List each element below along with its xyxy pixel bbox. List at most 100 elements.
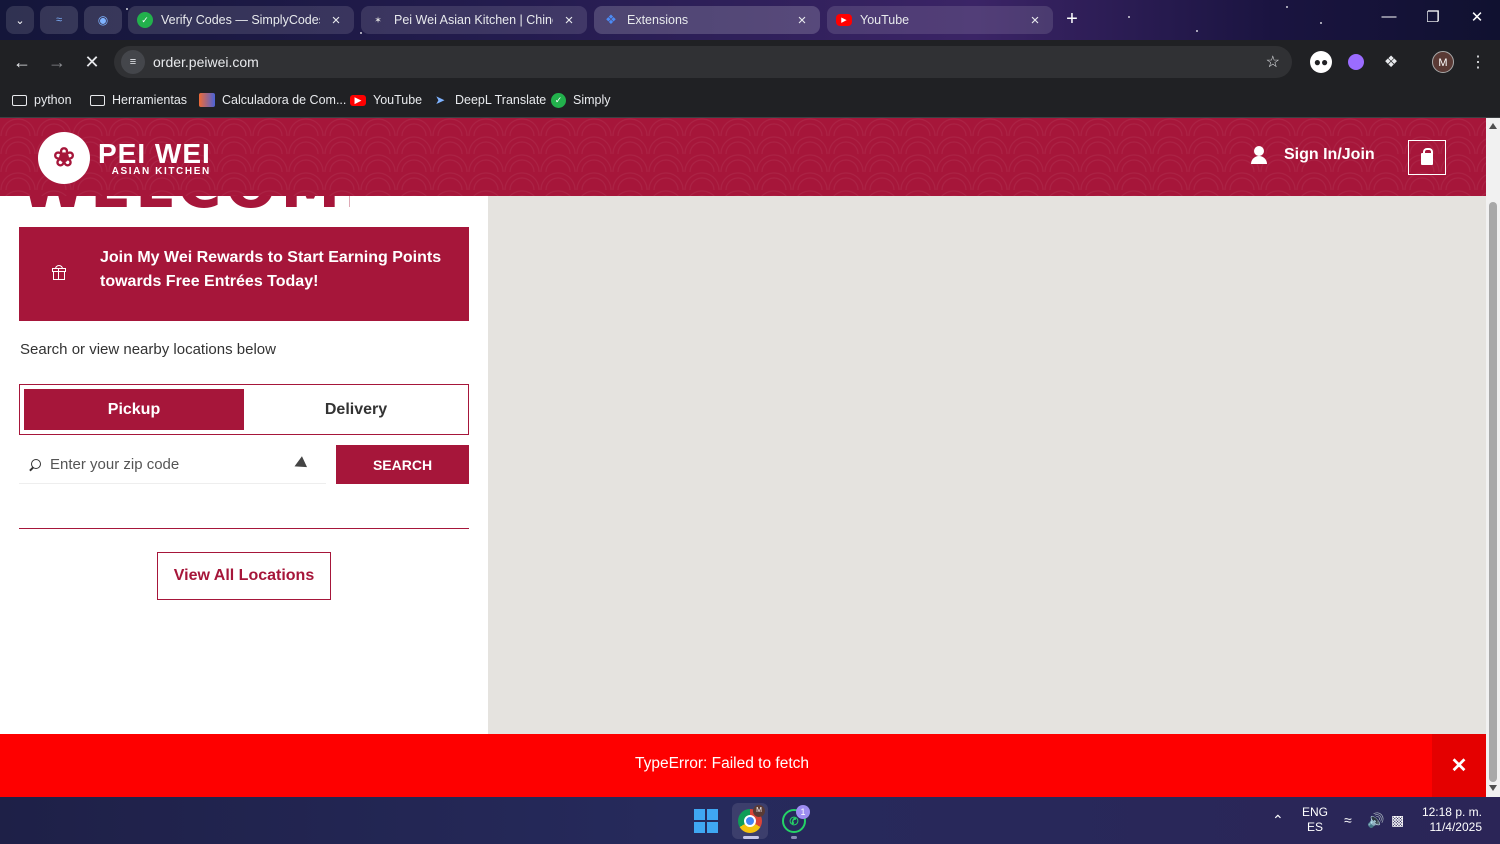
url-text[interactable]: order.peiwei.com (153, 54, 1266, 70)
bookmark-deepl[interactable]: ➤ DeepL Translate (432, 90, 546, 110)
bookmark-python[interactable]: python (12, 90, 72, 110)
language-secondary: ES (1307, 820, 1324, 834)
bookmark-label: DeepL Translate (455, 93, 547, 107)
profile-initial: M (1432, 51, 1454, 73)
map-area[interactable] (488, 196, 1486, 734)
pickup-tab[interactable]: Pickup (24, 389, 244, 430)
bookmark-label: Simply (573, 93, 611, 107)
pinned-tab-icon: ≈ (55, 14, 63, 26)
tab-title: Verify Codes — SimplyCodes (161, 13, 320, 27)
extensions-puzzle-icon[interactable]: ❖ (1378, 50, 1404, 74)
scroll-up-icon[interactable] (1489, 123, 1497, 129)
zip-search-field (19, 445, 326, 484)
signin-link[interactable]: Sign In/Join (1250, 146, 1375, 164)
bookmark-youtube[interactable]: ▶ YouTube (350, 90, 422, 110)
pinned-tab-2[interactable]: ◉ (84, 6, 122, 34)
bookmark-herramientas[interactable]: Herramientas (90, 90, 187, 110)
error-message: TypeError: Failed to fetch (634, 755, 810, 772)
app-open-indicator (791, 836, 797, 839)
wifi-icon[interactable]: ≈ (1344, 812, 1352, 828)
page-viewport: ❀ PEI WEI ASIAN KITCHEN Sign In/Join WEL… (0, 118, 1486, 734)
youtube-icon: ▶ (350, 94, 366, 106)
close-tab-icon[interactable]: × (794, 12, 810, 29)
site-header: ❀ PEI WEI ASIAN KITCHEN Sign In/Join (0, 118, 1486, 196)
close-window-icon[interactable]: ✕ (1462, 8, 1492, 26)
user-icon (1250, 146, 1268, 164)
clock[interactable]: 12:18 p. m. 11/4/2025 (1418, 805, 1482, 835)
volume-icon[interactable]: 🔊 (1367, 812, 1384, 829)
start-button[interactable] (688, 803, 724, 839)
calculator-icon (199, 93, 215, 107)
deepl-icon: ➤ (434, 93, 446, 107)
close-tab-icon[interactable]: × (561, 12, 577, 29)
search-icon (31, 459, 41, 469)
windows-logo-icon (694, 809, 718, 833)
search-button[interactable]: SEARCH (336, 445, 469, 484)
tab-youtube[interactable]: ▶ YouTube × (827, 6, 1053, 34)
profile-avatar[interactable]: M (1430, 50, 1456, 74)
error-toast: TypeError: Failed to fetch ✕ (0, 734, 1486, 797)
pinned-tab-1[interactable]: ≈ (40, 6, 78, 34)
bookmark-star-icon[interactable]: ☆ (1266, 52, 1280, 72)
close-error-icon[interactable]: ✕ (1432, 734, 1486, 797)
gift-icon (52, 265, 66, 280)
location-arrow-icon[interactable] (291, 456, 308, 472)
tab-extensions[interactable]: ❖ Extensions × (594, 6, 820, 34)
rewards-text: Join My Wei Rewards to Start Earning Poi… (100, 249, 442, 290)
forward-arrow-icon[interactable]: → (43, 50, 71, 74)
scrollbar-thumb[interactable] (1489, 202, 1497, 782)
logo-subtitle: ASIAN KITCHEN (111, 165, 211, 177)
language-indicator[interactable]: ENG ES (1302, 805, 1328, 835)
folder-icon (90, 94, 105, 106)
zip-code-input[interactable] (50, 455, 290, 473)
simplycodes-icon: ✓ (551, 92, 566, 108)
bookmark-simply[interactable]: ✓ Simply (551, 90, 611, 110)
browser-menu-icon[interactable]: ⋮ (1465, 50, 1491, 74)
cart-button[interactable] (1408, 140, 1446, 175)
bookmark-calculadora[interactable]: Calculadora de Com... (199, 90, 346, 110)
tab-title: Extensions (627, 13, 689, 27)
address-bar[interactable]: ≡ order.peiwei.com ☆ (114, 46, 1292, 78)
scroll-down-icon[interactable] (1489, 785, 1497, 791)
extension-ghost-icon[interactable]: ●● (1308, 50, 1334, 74)
extension-purple-icon[interactable] (1343, 50, 1369, 74)
rewards-banner[interactable]: Join My Wei Rewards to Start Earning Poi… (19, 227, 469, 321)
new-tab-plus-icon[interactable]: + (1060, 8, 1084, 32)
tab-search-chevron-icon[interactable]: ⌄ (6, 6, 34, 34)
battery-icon[interactable]: ▩ (1391, 812, 1404, 829)
simplycodes-icon: ✓ (137, 12, 153, 28)
tab-title: Pei Wei Asian Kitchen | Chinese (394, 13, 553, 27)
bookmark-label: Herramientas (112, 93, 188, 107)
section-divider (19, 528, 469, 529)
tiger-logo-icon: ❀ (38, 132, 90, 184)
peiwei-icon: ✶ (374, 14, 382, 25)
bookmark-label: python (34, 93, 72, 107)
notification-badge: 1 (796, 805, 810, 819)
search-hint: Search or view nearby locations below (20, 341, 276, 358)
clock-date: 11/4/2025 (1429, 820, 1483, 834)
close-tab-icon[interactable]: × (328, 12, 344, 29)
stop-loading-icon[interactable]: ✕ (78, 50, 106, 74)
tab-peiwei[interactable]: ✶ Pei Wei Asian Kitchen | Chinese × (361, 6, 587, 34)
site-info-icon[interactable]: ≡ (121, 50, 145, 74)
peiwei-logo[interactable]: ❀ PEI WEI ASIAN KITCHEN (38, 132, 211, 184)
delivery-tab[interactable]: Delivery (246, 389, 466, 430)
back-arrow-icon[interactable]: ← (8, 50, 36, 74)
minimize-icon[interactable]: — (1374, 8, 1404, 25)
view-all-locations-button[interactable]: View All Locations (157, 552, 331, 600)
folder-icon (12, 94, 27, 106)
pinned-tab-icon: ◉ (97, 13, 109, 27)
tab-simplycodes[interactable]: ✓ Verify Codes — SimplyCodes × (128, 6, 354, 34)
tab-title: YouTube (860, 13, 910, 27)
youtube-icon: ▶ (836, 14, 852, 26)
chrome-profile-badge: M (753, 805, 765, 817)
welcome-heading-text: WELCOME (20, 196, 350, 210)
close-tab-icon[interactable]: × (1027, 12, 1043, 29)
clock-time: 12:18 p. m. (1421, 805, 1482, 819)
page-scrollbar[interactable] (1486, 118, 1500, 797)
tray-chevron-up-icon[interactable]: ⌃ (1272, 812, 1284, 829)
shopping-bag-icon (1421, 148, 1433, 165)
signin-label: Sign In/Join (1284, 146, 1375, 163)
restore-icon[interactable]: ❐ (1418, 8, 1448, 26)
order-mode-toggle: Pickup Delivery (19, 384, 469, 435)
